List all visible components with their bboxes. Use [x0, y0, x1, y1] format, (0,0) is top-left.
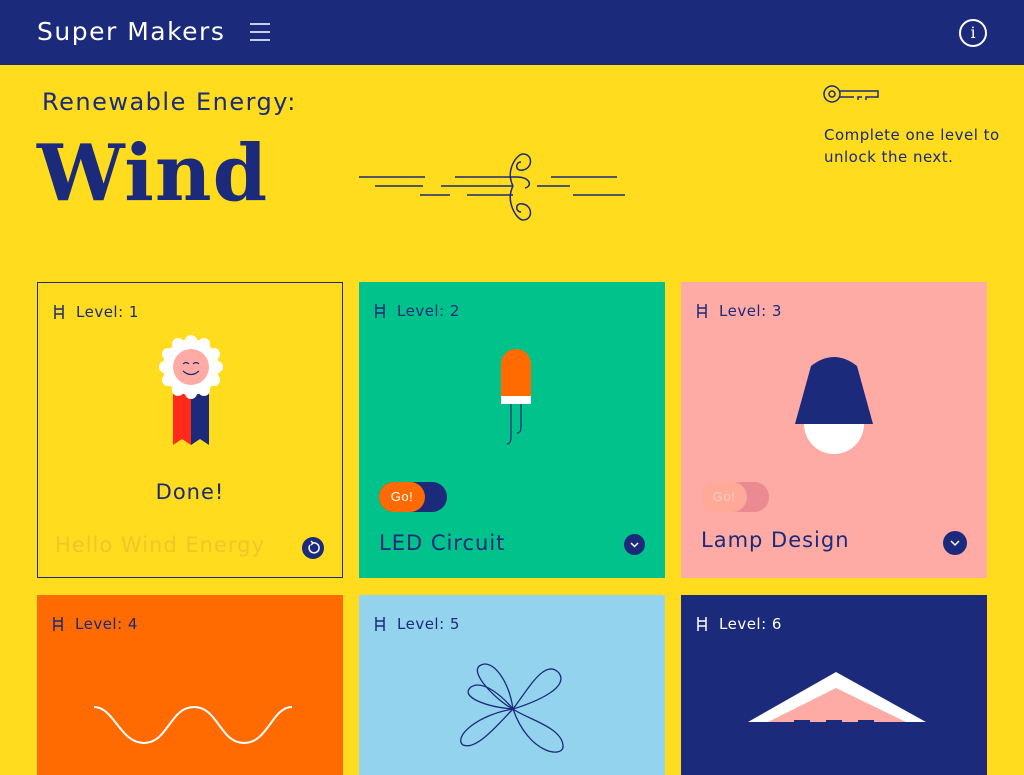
app-title: Super Makers: [37, 17, 226, 46]
level-title: Hello Wind Energy: [55, 533, 265, 557]
chevron-down-icon: [950, 540, 960, 547]
replay-button[interactable]: [302, 537, 324, 559]
ladder-icon: [54, 305, 64, 319]
level-label: Level: 4: [53, 615, 138, 633]
level-label: Level: 1: [54, 303, 139, 321]
level-label: Level: 5: [375, 615, 460, 633]
wave-icon: [92, 701, 296, 747]
level-card-3[interactable]: Level: 3 Go! Lamp Design: [681, 282, 987, 578]
replay-icon: [308, 540, 320, 554]
page-title: Wind: [37, 128, 269, 219]
level-title: Lamp Design: [701, 528, 850, 552]
unlock-hint: Complete one level to unlock the next.: [824, 126, 1000, 166]
top-bar: Super Makers i: [0, 0, 1024, 65]
tent-icon: [748, 670, 928, 724]
level-label: Level: 3: [697, 302, 782, 320]
ladder-icon: [697, 304, 707, 318]
level-label: Level: 2: [375, 302, 460, 320]
go-toggle[interactable]: Go!: [701, 482, 769, 512]
level-card-5[interactable]: Level: 5: [359, 595, 665, 775]
level-status: Done!: [155, 480, 225, 504]
wind-illustration-icon: [355, 150, 630, 225]
hamburger-menu-icon[interactable]: [250, 23, 270, 43]
go-label: Go!: [379, 482, 425, 512]
ladder-icon: [375, 617, 385, 631]
chevron-down-icon: [630, 542, 639, 548]
award-ribbon-icon: [159, 335, 223, 449]
led-icon: [500, 349, 532, 447]
level-card-6[interactable]: Level: 6: [681, 595, 987, 775]
expand-button[interactable]: [624, 534, 645, 555]
ladder-icon: [375, 304, 385, 318]
level-title: LED Circuit: [379, 531, 506, 555]
level-card-4[interactable]: Level: 4: [37, 595, 343, 775]
go-label: Go!: [701, 482, 747, 512]
info-icon[interactable]: i: [959, 19, 987, 47]
expand-button[interactable]: [943, 531, 967, 555]
ladder-icon: [697, 617, 707, 631]
level-label: Level: 6: [697, 615, 782, 633]
key-icon: [822, 84, 880, 104]
go-toggle[interactable]: Go!: [379, 482, 447, 512]
level-card-2[interactable]: Level: 2 Go! LED Circuit: [359, 282, 665, 578]
page-subtitle: Renewable Energy:: [42, 88, 297, 116]
propeller-icon: [457, 661, 571, 759]
lamp-icon: [777, 352, 891, 460]
level-card-1[interactable]: Level: 1 Done! Hello Wind Energy: [37, 282, 343, 578]
ladder-icon: [53, 617, 63, 631]
